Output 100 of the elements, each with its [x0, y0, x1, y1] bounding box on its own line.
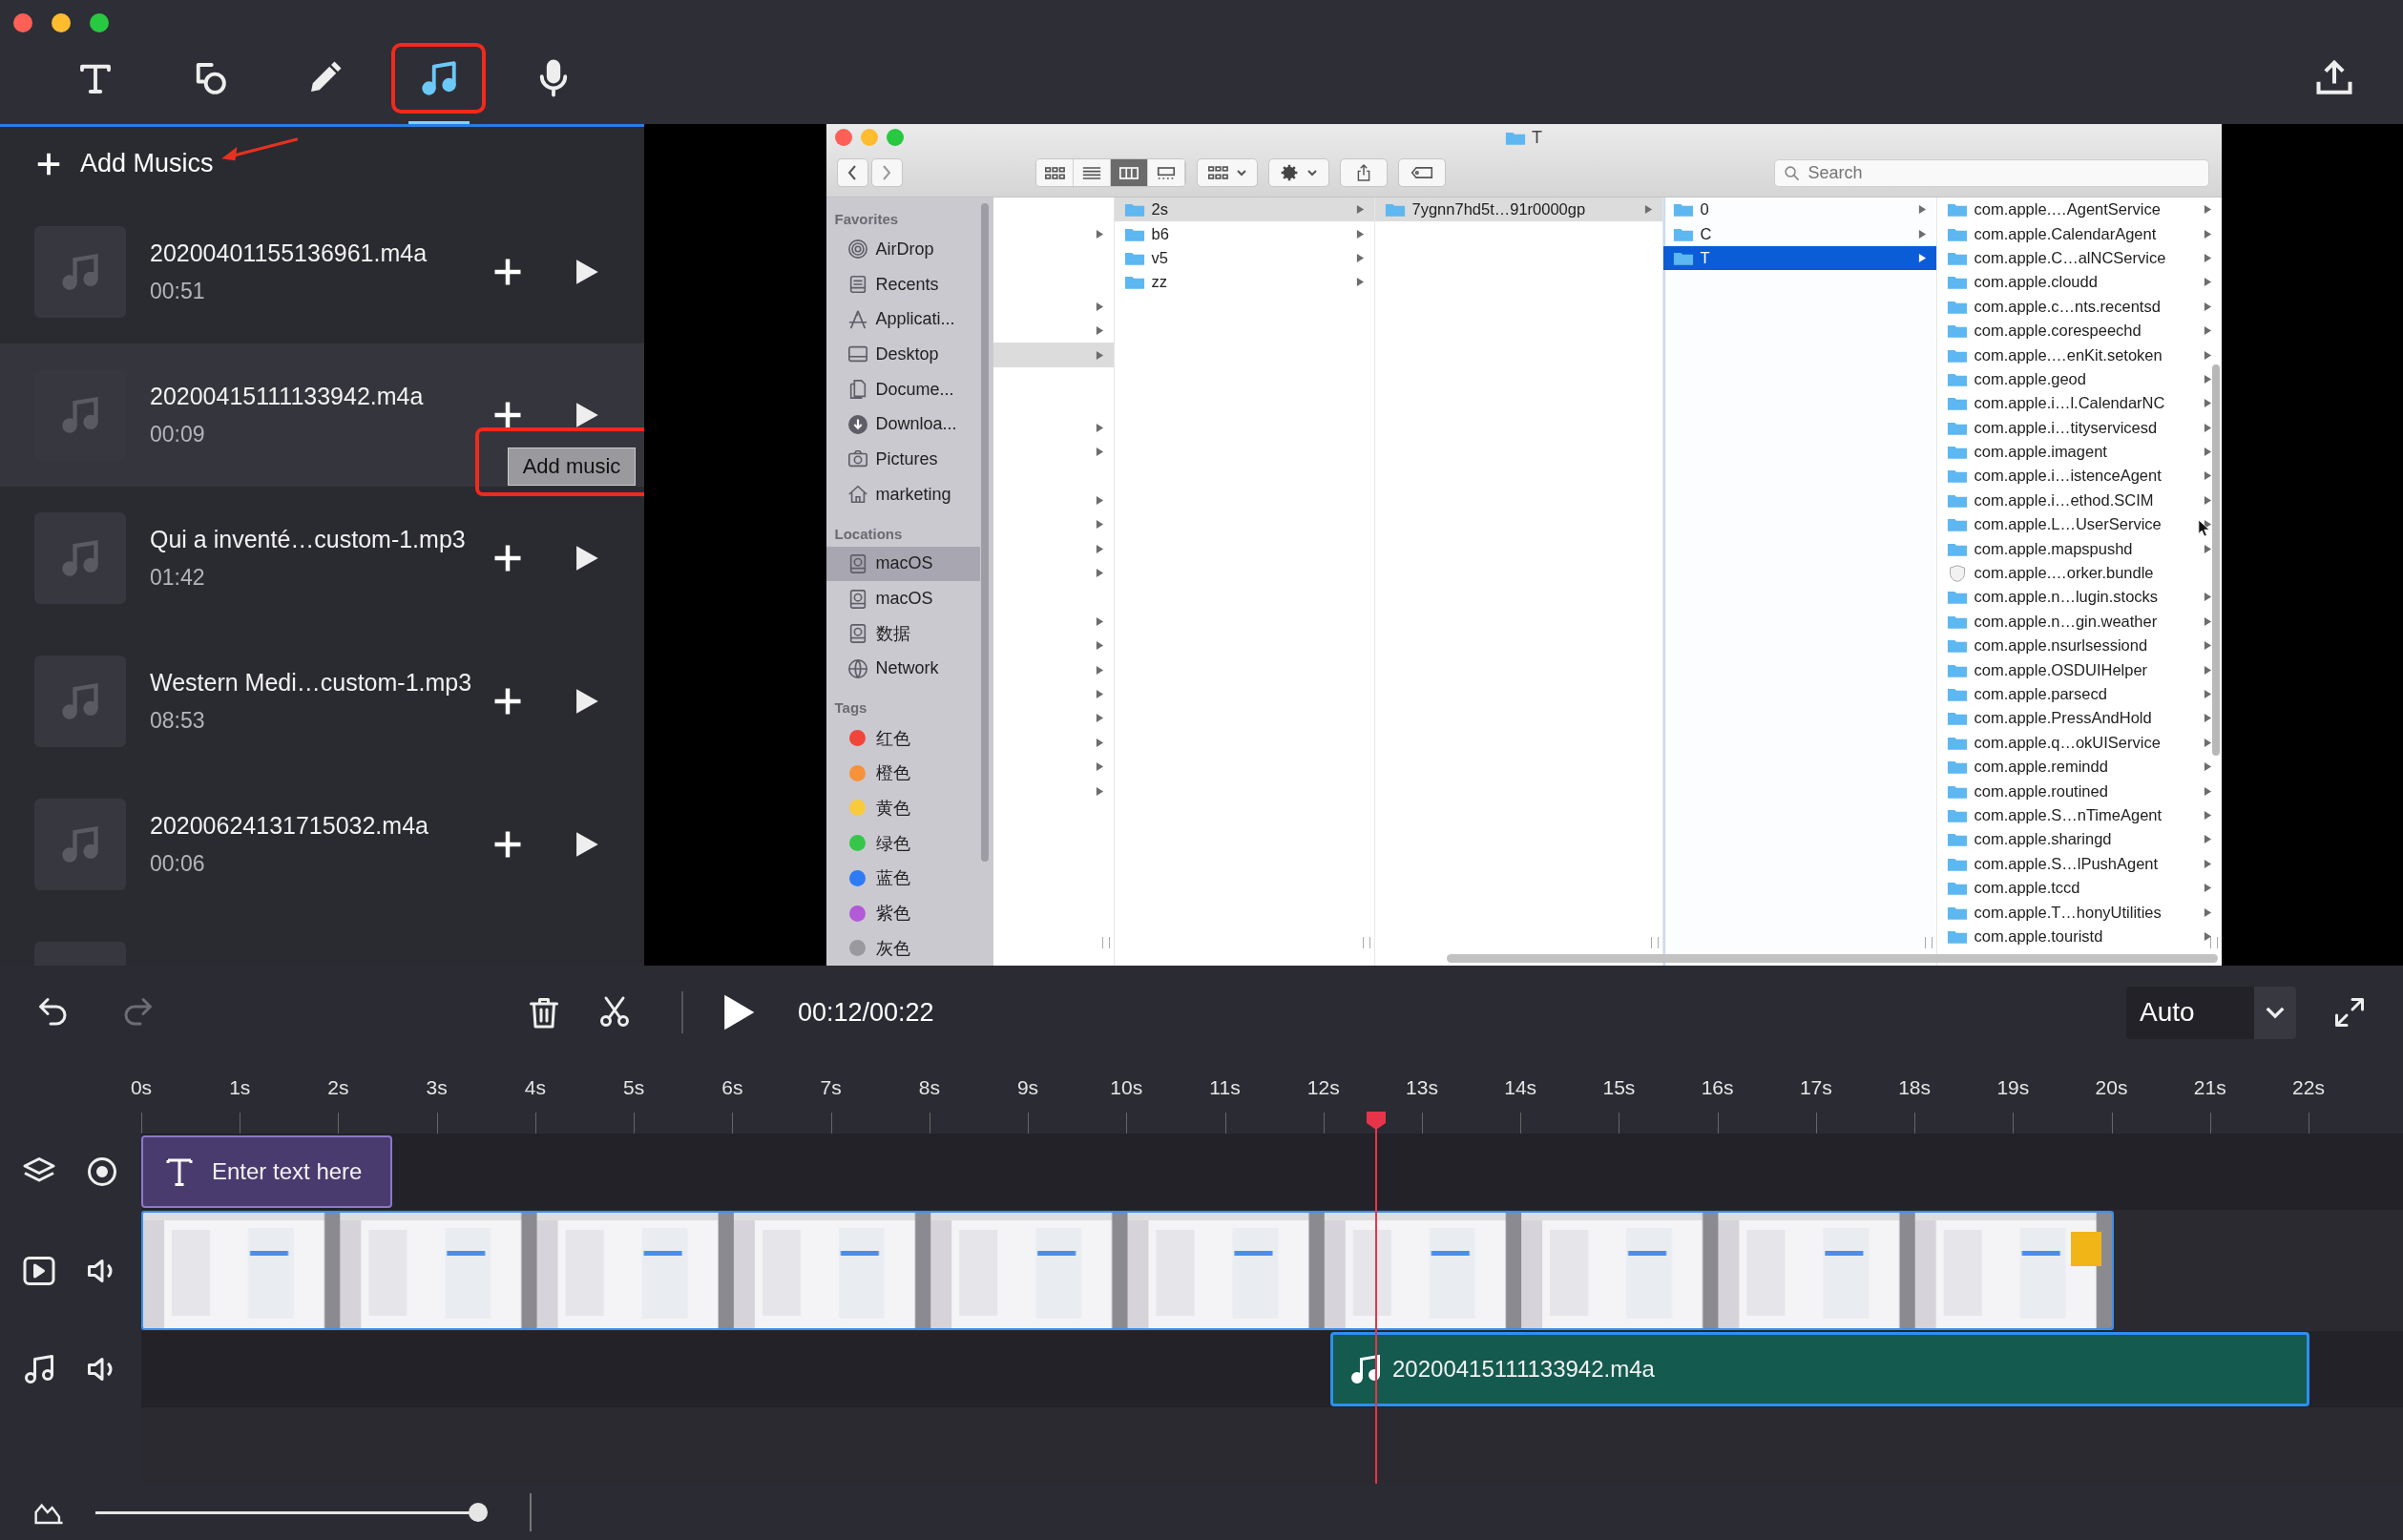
column-resize-handle[interactable]: [1362, 937, 1370, 948]
scrollbar[interactable]: [980, 203, 989, 862]
file-row[interactable]: 2s: [1114, 198, 1374, 222]
column-resize-handle[interactable]: [1924, 937, 1933, 948]
view-mode-button[interactable]: [1110, 159, 1148, 186]
playhead-handle-icon[interactable]: [1365, 1110, 1389, 1131]
file-row[interactable]: com.apple.i…tityservicesd: [1936, 415, 2222, 440]
share-button[interactable]: [1339, 158, 1388, 187]
column-resize-handle[interactable]: [1650, 937, 1659, 948]
file-row[interactable]: com.apple.n…lugin.stocks: [1936, 585, 2222, 610]
file-row[interactable]: com.apple.…enKit.setoken: [1936, 343, 2222, 367]
file-row[interactable]: com.apple.…AgentService: [1936, 198, 2222, 222]
file-row[interactable]: com.apple.cloudd: [1936, 270, 2222, 295]
sidebar-item[interactable]: Network: [825, 651, 980, 687]
file-row[interactable]: com.apple.sharingd: [1936, 827, 2222, 852]
music-item[interactable]: Qui a inventé…custom-1.mp3 01:42: [0, 487, 644, 630]
file-row[interactable]: com.apple.i…ethod.SCIM: [1936, 488, 2222, 513]
scrollbar[interactable]: [1446, 954, 2218, 963]
file-row[interactable]: 0: [1662, 198, 1936, 222]
file-row[interactable]: com.apple.nsurlsessiond: [1936, 634, 2222, 658]
sidebar-item[interactable]: 数据: [825, 615, 980, 652]
sidebar-item[interactable]: 黄色: [825, 790, 980, 826]
sidebar-item[interactable]: macOS: [825, 546, 980, 582]
tag-button[interactable]: [1397, 158, 1446, 187]
sidebar-item[interactable]: AirDrop: [825, 232, 980, 267]
file-row[interactable]: com.apple.OSDUIHelper: [1936, 657, 2222, 682]
file-row[interactable]: 7ygnn7hd5t…91r0000gp: [1374, 198, 1662, 222]
audio-clip[interactable]: 20200415111133942.m4a: [1330, 1332, 2309, 1406]
sidebar-item[interactable]: 橙色: [825, 755, 980, 791]
add-musics-button[interactable]: Add Musics: [34, 149, 214, 178]
sidebar-item[interactable]: Downloa...: [825, 406, 980, 443]
file-row[interactable]: com.apple.routined: [1936, 779, 2222, 803]
home-icon: [846, 484, 868, 506]
window-minimize-button[interactable]: [52, 13, 71, 32]
sidebar-item[interactable]: Docume...: [825, 371, 980, 407]
file-row[interactable]: com.apple.S…lPushAgent: [1936, 851, 2222, 876]
window-close-button[interactable]: [13, 13, 32, 32]
zoom-dropdown[interactable]: Auto: [2126, 986, 2296, 1039]
music-item[interactable]: 20200401155136961.m4a 00:51: [0, 200, 644, 343]
sidebar-item[interactable]: 紫色: [825, 895, 980, 931]
eye-icon[interactable]: [85, 1155, 119, 1189]
window-zoom-button[interactable]: [90, 13, 109, 32]
music-item[interactable]: Western Medi…custom-1.mp3 08:53: [0, 630, 644, 773]
file-row[interactable]: b6: [1114, 221, 1374, 246]
text-clip[interactable]: Enter text here: [141, 1135, 392, 1208]
sidebar-item[interactable]: Recents: [825, 266, 980, 302]
sidebar-item[interactable]: Pictures: [825, 442, 980, 477]
file-row[interactable]: com.apple.q…okUIService: [1936, 730, 2222, 755]
sidebar-item[interactable]: 蓝色: [825, 861, 980, 896]
file-row[interactable]: com.apple.T…honyUtilities: [1936, 900, 2222, 925]
file-name: com.apple.CalendarAgent: [1974, 224, 2157, 243]
scissors-icon[interactable]: [597, 995, 632, 1030]
zoom-slider[interactable]: [95, 1502, 488, 1522]
sidebar-item[interactable]: Desktop: [825, 337, 980, 372]
file-row[interactable]: C: [1662, 221, 1936, 246]
sidebar-item[interactable]: 灰色: [825, 930, 980, 966]
file-row[interactable]: com.apple.imagent: [1936, 439, 2222, 465]
music-note-icon[interactable]: [22, 1352, 56, 1386]
view-mode-button[interactable]: [1035, 159, 1074, 186]
file-row[interactable]: com.apple.CalendarAgent: [1936, 221, 2222, 246]
sidebar-item[interactable]: marketing: [825, 476, 980, 512]
disclosure-arrow-icon: [1095, 615, 1104, 627]
file-row[interactable]: com.apple.touristd: [1936, 924, 2222, 949]
music-item[interactable]: 20200624131715032.m4a 00:06: [0, 773, 644, 916]
sidebar-item[interactable]: 红色: [825, 720, 980, 756]
file-row[interactable]: com.apple.…orker.bundle: [1936, 560, 2222, 586]
column-resize-handle[interactable]: [2209, 937, 2218, 948]
expand-icon[interactable]: [2332, 995, 2367, 1030]
search-field[interactable]: Search: [1773, 158, 2209, 187]
playhead[interactable]: [1365, 1110, 1389, 1484]
sidebar-item[interactable]: macOS: [825, 581, 980, 616]
file-row[interactable]: com.apple.corespeechd: [1936, 318, 2222, 343]
sidebar-item[interactable]: Applicati...: [825, 302, 980, 338]
file-row[interactable]: zz: [1114, 270, 1374, 295]
file-row[interactable]: com.apple.C…alNCService: [1936, 245, 2222, 271]
file-row[interactable]: T: [1662, 245, 1936, 271]
back-button[interactable]: [836, 158, 868, 187]
file-row[interactable]: com.apple.mapspushd: [1936, 536, 2222, 561]
view-mode-button[interactable]: [1147, 159, 1185, 186]
file-row[interactable]: com.apple.geod: [1936, 366, 2222, 392]
action-button[interactable]: [1267, 158, 1329, 187]
file-row[interactable]: com.apple.c…nts.recentsd: [1936, 294, 2222, 319]
file-row[interactable]: com.apple.S…nTimeAgent: [1936, 802, 2222, 828]
sidebar-item[interactable]: 绿色: [825, 825, 980, 861]
scrollbar[interactable]: [2211, 364, 2220, 756]
group-button[interactable]: [1196, 158, 1258, 187]
file-row[interactable]: com.apple.n…gin.weather: [1936, 609, 2222, 635]
view-mode-button[interactable]: [1073, 159, 1111, 186]
column-resize-handle[interactable]: [1101, 937, 1110, 948]
file-row[interactable]: com.apple.remindd: [1936, 755, 2222, 780]
window-title: T: [1532, 127, 1542, 148]
disclosure-arrow-icon: [2203, 470, 2212, 482]
file-row[interactable]: v5: [1114, 245, 1374, 271]
file-row[interactable]: com.apple.i…l.CalendarNC: [1936, 391, 2222, 416]
file-row[interactable]: com.apple.parsecd: [1936, 681, 2222, 707]
file-row[interactable]: com.apple.PressAndHold: [1936, 706, 2222, 731]
delete-icon[interactable]: [527, 995, 561, 1030]
file-row[interactable]: com.apple.L…UserService: [1936, 512, 2222, 537]
file-row[interactable]: com.apple.i…istenceAgent: [1936, 464, 2222, 489]
file-row[interactable]: com.apple.tccd: [1936, 875, 2222, 901]
